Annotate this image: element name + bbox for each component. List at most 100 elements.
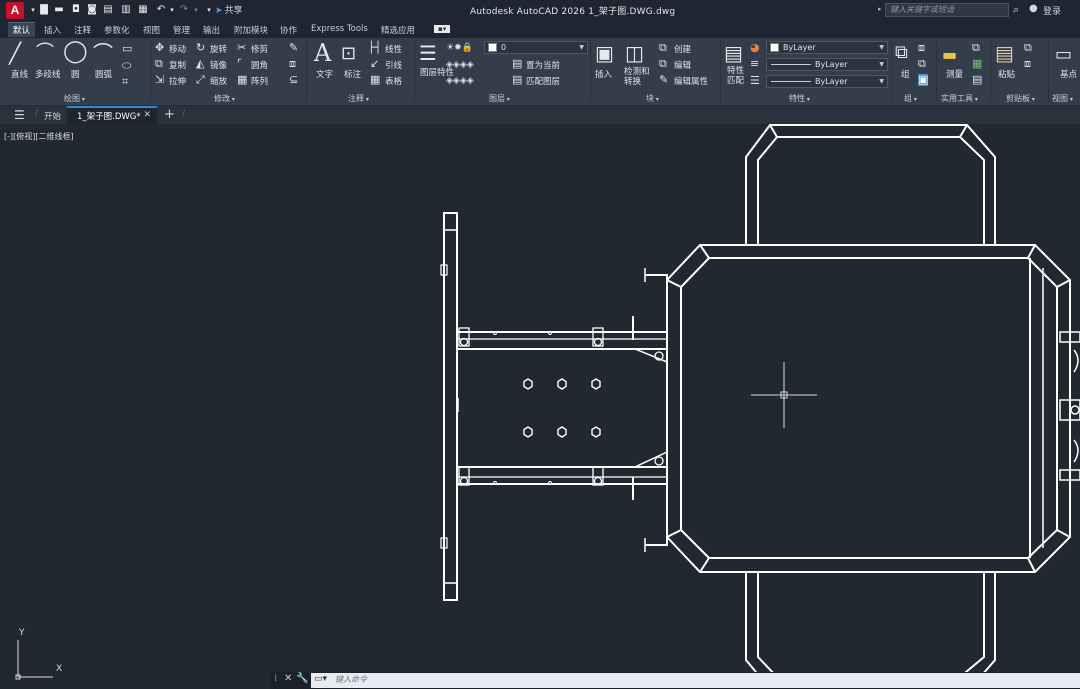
move-button[interactable]: 移动 xyxy=(169,43,186,55)
scale-button[interactable]: 缩放 xyxy=(210,75,227,87)
polyline-button[interactable]: 多段线 xyxy=(35,68,61,80)
share-button[interactable]: ➤ 共享 xyxy=(215,3,243,16)
print-icon[interactable]: ▦ xyxy=(137,4,149,16)
layer-tools-row1-icons[interactable]: ◈◈◈◈ xyxy=(446,59,474,71)
tab-view[interactable]: 视图 xyxy=(143,24,160,36)
edit-block-button[interactable]: 编辑 xyxy=(674,59,691,71)
edit-attribute-button[interactable]: 编辑属性 xyxy=(674,75,708,87)
array-button[interactable]: 阵列 xyxy=(251,75,268,87)
search-input[interactable]: 键入关键字或短语 xyxy=(885,3,1009,17)
panel-view-title[interactable]: 视图 xyxy=(1052,93,1073,104)
layer-dropdown[interactable]: 0 ▼ xyxy=(484,41,588,54)
panel-block-title[interactable]: 块 xyxy=(646,93,659,104)
table-button[interactable]: 表格 xyxy=(385,75,402,87)
set-current-button[interactable]: 置为当前 xyxy=(526,59,560,71)
tab-manage[interactable]: 管理 xyxy=(173,24,190,36)
tab-document[interactable]: 1_架子图.DWG* ✕ xyxy=(67,106,157,124)
command-history-icon[interactable]: ▭▾ xyxy=(314,674,327,684)
rectangle-icon[interactable]: ▭ xyxy=(122,43,132,55)
new-tab-plus-icon[interactable]: + xyxy=(164,107,175,122)
tab-home[interactable]: 默认 xyxy=(8,22,36,37)
panel-modify-title[interactable]: 修改 xyxy=(214,93,235,104)
measure-button[interactable]: 测量 xyxy=(946,68,963,80)
copy-clip-icon[interactable]: ⧉ xyxy=(1024,42,1032,54)
tab-start[interactable]: 开始 xyxy=(44,110,61,122)
tab-express-tools[interactable]: Express Tools xyxy=(311,24,368,34)
offset-icon[interactable]: ⊆ xyxy=(289,74,298,86)
linetype-dropdown[interactable]: ByLayer ▼ xyxy=(766,75,888,88)
tab-output[interactable]: 输出 xyxy=(203,24,220,36)
color-wheel-icon[interactable]: ◕ xyxy=(750,42,760,54)
ribbon-toggle-button[interactable]: ▪▾ xyxy=(434,25,451,33)
tab-featured-apps[interactable]: 精选应用 xyxy=(381,24,415,36)
panel-draw-title[interactable]: 绘图 xyxy=(64,93,85,104)
trim-button[interactable]: 修剪 xyxy=(251,43,268,55)
login-link[interactable]: 登录 xyxy=(1043,4,1061,17)
open-folder-icon[interactable]: ▬ xyxy=(53,4,65,16)
id-point-icon[interactable]: ▤ xyxy=(972,74,982,86)
match-properties-button[interactable]: 特性匹配 xyxy=(727,66,747,86)
hatch-icon[interactable]: ⬭ xyxy=(122,60,131,72)
autocad-logo-button[interactable]: A xyxy=(6,2,24,19)
new-file-icon[interactable]: ▇ xyxy=(38,4,50,16)
customize-qat-icon[interactable]: ▾ xyxy=(203,4,215,16)
text-button[interactable]: 文字 xyxy=(316,68,333,80)
circle-button[interactable]: 圆 xyxy=(71,68,80,80)
mirror-button[interactable]: 镜像 xyxy=(210,59,227,71)
group-select-icon[interactable]: ▣ xyxy=(918,74,929,86)
create-block-button[interactable]: 创建 xyxy=(674,43,691,55)
close-icon[interactable]: ✕ xyxy=(143,110,151,120)
arc-button[interactable]: 圆弧 xyxy=(95,68,112,80)
panel-properties-title[interactable]: 特性 xyxy=(789,93,810,104)
close-icon[interactable]: ✕ xyxy=(284,673,292,684)
insert-button[interactable]: 插入 xyxy=(595,68,612,80)
tab-collaborate[interactable]: 协作 xyxy=(280,24,297,36)
calculator-icon[interactable]: ▦ xyxy=(972,58,982,70)
grip-handle-icon[interactable]: ⁞ xyxy=(274,673,277,684)
explode-icon[interactable]: ⧈ xyxy=(289,58,296,70)
panel-layers-title[interactable]: 图层 xyxy=(489,93,510,104)
save-as-icon[interactable]: ◙ xyxy=(86,4,98,16)
search-expand-icon[interactable]: ▸ xyxy=(878,5,882,13)
redo-icon[interactable]: ↷ xyxy=(178,4,190,16)
layer-state-icons[interactable]: ☀✹🔒 xyxy=(446,42,473,54)
command-input-box[interactable]: ▭▾ 键入命令 xyxy=(311,673,1080,688)
panel-annotation-title[interactable]: 注释 xyxy=(348,93,369,104)
tab-parametric[interactable]: 参数化 xyxy=(104,24,130,36)
tab-annotate[interactable]: 注释 xyxy=(74,24,91,36)
copy-base-icon[interactable]: ⧈ xyxy=(1024,58,1031,70)
leader-button[interactable]: 引线 xyxy=(385,59,402,71)
lineweight-dropdown[interactable]: ByLayer ▼ xyxy=(766,58,888,71)
match-layer-button[interactable]: 匹配图层 xyxy=(526,75,560,87)
ungroup-icon[interactable]: ⧈ xyxy=(918,42,925,54)
tab-insert[interactable]: 插入 xyxy=(44,24,61,36)
wrench-icon[interactable]: 🔧 xyxy=(296,673,308,684)
panel-utilities-title[interactable]: 实用工具 xyxy=(941,93,978,104)
fillet-button[interactable]: 圆角 xyxy=(251,59,268,71)
copy-button[interactable]: 复制 xyxy=(169,59,186,71)
linetype-icon[interactable]: ☰ xyxy=(750,75,760,87)
tab-addins[interactable]: 附加模块 xyxy=(234,24,268,36)
hamburger-menu-icon[interactable]: ☰ xyxy=(14,108,25,122)
panel-groups-title[interactable]: 组 xyxy=(904,93,917,104)
save-icon[interactable]: ◘ xyxy=(70,4,82,16)
web-mobile-icon[interactable]: ▤ xyxy=(102,4,114,16)
undo-dropdown-icon[interactable]: ▾ xyxy=(166,4,178,16)
quick-select-icon[interactable]: ⧉ xyxy=(972,42,980,54)
command-input[interactable]: 键入命令 xyxy=(335,674,367,685)
panel-clipboard-title[interactable]: 剪贴板 xyxy=(1006,93,1035,104)
stretch-button[interactable]: 拉伸 xyxy=(169,75,186,87)
detect-convert-button[interactable]: 检测和转换 xyxy=(624,67,652,87)
paste-button[interactable]: 粘贴 xyxy=(998,68,1015,80)
lineweight-icon[interactable]: ≡ xyxy=(750,58,759,70)
layer-tools-row2-icons[interactable]: ◈◈◈◈ xyxy=(446,75,474,87)
linear-button[interactable]: 线性 xyxy=(385,43,402,55)
viewport-controls-label[interactable]: [-][俯视][二维线框] xyxy=(4,131,74,142)
rotate-button[interactable]: 旋转 xyxy=(210,43,227,55)
drawing-canvas[interactable] xyxy=(0,124,1080,689)
redo-dropdown-icon[interactable]: ▾ xyxy=(190,4,202,16)
erase-icon[interactable]: ✎ xyxy=(289,42,298,54)
plot-icon[interactable]: ▥ xyxy=(120,4,132,16)
line-button[interactable]: 直线 xyxy=(11,68,28,80)
color-dropdown[interactable]: ByLayer ▼ xyxy=(766,41,888,54)
